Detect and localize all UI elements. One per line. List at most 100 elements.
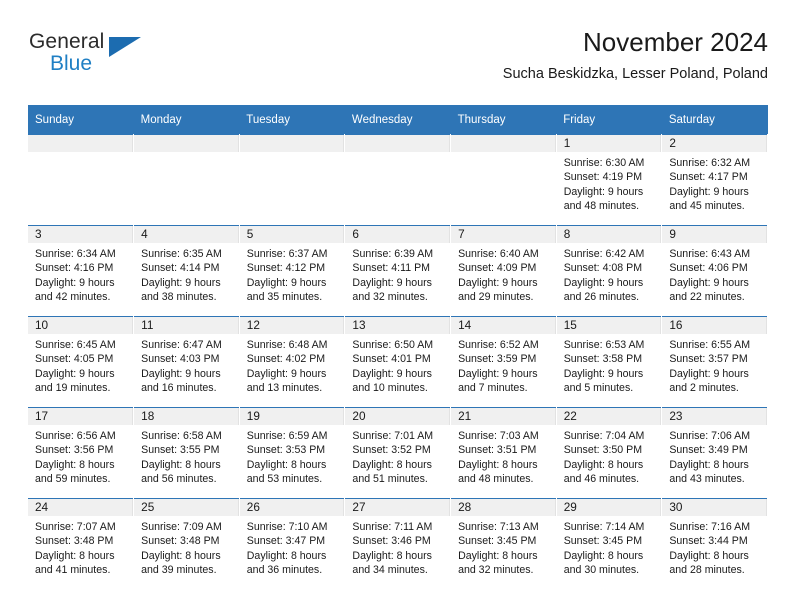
day-sun-info: Sunrise: 6:59 AM Sunset: 3:53 PM Daylight:… — [240, 425, 345, 487]
calendar-day-cell[interactable]: 25 Sunrise: 7:09 AM Sunset: 3:48 PM Dayligh… — [133, 498, 240, 589]
day-sun-info: Sunrise: 7:09 AM Sunset: 3:48 PM Daylight:… — [134, 516, 239, 578]
sunrise-text: Sunrise: 6:37 AM — [246, 248, 328, 260]
calendar-day-cell[interactable]: 23 Sunrise: 7:06 AM Sunset: 3:49 PM Dayligh… — [661, 407, 768, 499]
sunrise-text: Sunrise: 6:39 AM — [352, 248, 434, 260]
sunset-text: Sunset: 4:09 PM — [458, 262, 537, 275]
day-number: 18 — [134, 408, 239, 425]
day-sun-info: Sunrise: 6:50 AM Sunset: 4:01 PM Daylight:… — [345, 334, 450, 396]
weekday-header-wednesday: Wednesday — [344, 105, 451, 135]
calendar-day-cell[interactable]: 30 Sunrise: 7:16 AM Sunset: 3:44 PM Dayligh… — [661, 498, 768, 589]
day-sun-info: Sunrise: 7:04 AM Sunset: 3:50 PM Daylight:… — [557, 425, 662, 487]
day-number: 16 — [662, 317, 767, 334]
day-sun-info: Sunrise: 7:10 AM Sunset: 3:47 PM Daylight:… — [240, 516, 345, 578]
sunset-text: Sunset: 3:48 PM — [35, 535, 114, 548]
day-number: 30 — [662, 499, 767, 516]
daylight-text: Daylight: 8 hours and 51 minutes. — [352, 458, 432, 486]
calendar-day-cell[interactable]: 27 Sunrise: 7:11 AM Sunset: 3:46 PM Dayligh… — [344, 498, 452, 589]
day-sun-info: Sunrise: 6:35 AM Sunset: 4:14 PM Daylight:… — [134, 243, 239, 305]
calendar-day-cell[interactable]: 18 Sunrise: 6:58 AM Sunset: 3:55 PM Dayligh… — [133, 407, 240, 499]
calendar-day-cell[interactable]: 14 Sunrise: 6:52 AM Sunset: 3:59 PM Dayligh… — [450, 316, 557, 408]
calendar-day-cell[interactable]: 6 Sunrise: 6:39 AM Sunset: 4:11 PM Daylight… — [344, 225, 452, 317]
sunrise-text: Sunrise: 6:47 AM — [141, 339, 222, 351]
day-sun-info: Sunrise: 6:34 AM Sunset: 4:16 PM Daylight:… — [28, 243, 133, 305]
sunset-text: Sunset: 3:48 PM — [141, 535, 220, 548]
daylight-text: Daylight: 8 hours and 48 minutes. — [458, 458, 538, 486]
sunset-text: Sunset: 4:02 PM — [246, 353, 326, 366]
daylight-text: Daylight: 8 hours and 43 minutes. — [669, 458, 749, 486]
day-number: 14 — [451, 317, 556, 334]
calendar-day-cell[interactable]: 13 Sunrise: 6:50 AM Sunset: 4:01 PM Dayligh… — [344, 316, 452, 408]
sunrise-text: Sunrise: 7:09 AM — [141, 521, 222, 533]
page-header: General Blue November 2024 Sucha Beskidz… — [28, 26, 768, 98]
calendar-day-cell-empty — [450, 134, 557, 226]
sunrise-text: Sunrise: 6:35 AM — [141, 248, 222, 260]
day-number: 13 — [345, 317, 451, 334]
sunrise-text: Sunrise: 6:52 AM — [458, 339, 539, 351]
calendar-day-cell[interactable]: 20 Sunrise: 7:01 AM Sunset: 3:52 PM Dayligh… — [344, 407, 452, 499]
calendar-day-cell[interactable]: 24 Sunrise: 7:07 AM Sunset: 3:48 PM Dayligh… — [28, 498, 135, 589]
day-number: 22 — [556, 408, 662, 425]
day-sun-info: Sunrise: 6:30 AM Sunset: 4:19 PM Daylight:… — [557, 152, 662, 214]
day-sun-info: Sunrise: 7:14 AM Sunset: 3:45 PM Daylight:… — [557, 516, 662, 578]
daylight-text: Daylight: 9 hours and 2 minutes. — [669, 367, 749, 395]
calendar-day-cell[interactable]: 12 Sunrise: 6:48 AM Sunset: 4:02 PM Dayligh… — [239, 316, 346, 408]
calendar-day-cell[interactable]: 8 Sunrise: 6:42 AM Sunset: 4:08 PM Daylight… — [556, 225, 663, 317]
day-sun-info: Sunrise: 7:03 AM Sunset: 3:51 PM Daylight:… — [451, 425, 556, 487]
calendar-week-row: 17 Sunrise: 6:56 AM Sunset: 3:56 PM Dayligh… — [28, 407, 768, 499]
calendar-day-cell[interactable]: 16 Sunrise: 6:55 AM Sunset: 3:57 PM Dayligh… — [661, 316, 768, 408]
calendar-day-cell[interactable]: 26 Sunrise: 7:10 AM Sunset: 3:47 PM Dayligh… — [239, 498, 346, 589]
daylight-text: Daylight: 9 hours and 16 minutes. — [141, 367, 221, 395]
calendar-day-cell[interactable]: 22 Sunrise: 7:04 AM Sunset: 3:50 PM Dayligh… — [556, 407, 663, 499]
sunset-text: Sunset: 3:47 PM — [246, 535, 326, 548]
sunrise-text: Sunrise: 6:42 AM — [563, 248, 645, 260]
calendar-day-cell[interactable]: 10 Sunrise: 6:45 AM Sunset: 4:05 PM Dayligh… — [28, 316, 135, 408]
calendar-day-cell[interactable]: 21 Sunrise: 7:03 AM Sunset: 3:51 PM Dayligh… — [450, 407, 557, 499]
calendar-day-cell[interactable]: 29 Sunrise: 7:14 AM Sunset: 3:45 PM Dayligh… — [556, 498, 663, 589]
sunrise-text: Sunrise: 6:53 AM — [563, 339, 645, 351]
calendar-day-cell[interactable]: 11 Sunrise: 6:47 AM Sunset: 4:03 PM Dayligh… — [133, 316, 240, 408]
sunrise-text: Sunrise: 7:04 AM — [563, 430, 645, 442]
calendar-day-cell[interactable]: 19 Sunrise: 6:59 AM Sunset: 3:53 PM Dayligh… — [239, 407, 346, 499]
sunrise-text: Sunrise: 6:55 AM — [669, 339, 751, 351]
day-number — [451, 135, 556, 152]
sunset-text: Sunset: 3:51 PM — [458, 444, 537, 457]
sunrise-text: Sunrise: 7:16 AM — [669, 521, 751, 533]
calendar-day-cell[interactable]: 1 Sunrise: 6:30 AM Sunset: 4:19 PM Daylight… — [556, 134, 663, 226]
day-number — [239, 135, 345, 152]
calendar-day-cell[interactable]: 17 Sunrise: 6:56 AM Sunset: 3:56 PM Dayligh… — [28, 407, 135, 499]
daylight-text: Daylight: 9 hours and 10 minutes. — [352, 367, 432, 395]
daylight-text: Daylight: 8 hours and 59 minutes. — [35, 458, 115, 486]
calendar-week-row: 24 Sunrise: 7:07 AM Sunset: 3:48 PM Dayligh… — [28, 498, 768, 589]
daylight-text: Daylight: 8 hours and 53 minutes. — [246, 458, 327, 486]
calendar-day-cell[interactable]: 3 Sunrise: 6:34 AM Sunset: 4:16 PM Daylight… — [28, 225, 135, 317]
day-number: 23 — [662, 408, 767, 425]
logo-text-blue: Blue — [50, 52, 93, 75]
daylight-text: Daylight: 9 hours and 42 minutes. — [35, 276, 115, 304]
sunset-text: Sunset: 3:50 PM — [563, 444, 643, 457]
weekday-header-thursday: Thursday — [450, 105, 557, 135]
daylight-text: Daylight: 8 hours and 41 minutes. — [35, 549, 115, 577]
calendar-day-cell[interactable]: 28 Sunrise: 7:13 AM Sunset: 3:45 PM Dayligh… — [450, 498, 557, 589]
calendar-day-cell[interactable]: 2 Sunrise: 6:32 AM Sunset: 4:17 PM Daylight… — [661, 134, 768, 226]
calendar-day-cell[interactable]: 7 Sunrise: 6:40 AM Sunset: 4:09 PM Daylight… — [450, 225, 557, 317]
page-subtitle: Sucha Beskidzka, Lesser Poland, Poland — [502, 66, 768, 82]
sunrise-text: Sunrise: 6:34 AM — [35, 248, 116, 260]
day-number: 8 — [556, 226, 662, 243]
sunrise-text: Sunrise: 7:06 AM — [669, 430, 751, 442]
day-number: 27 — [345, 499, 451, 516]
calendar-header-row: Sunday Monday Tuesday Wednesday Thursday Frid… — [28, 105, 768, 135]
calendar-day-cell[interactable]: 9 Sunrise: 6:43 AM Sunset: 4:06 PM Daylight… — [661, 225, 768, 317]
sunset-text: Sunset: 3:44 PM — [669, 535, 748, 548]
day-sun-info: Sunrise: 6:43 AM Sunset: 4:06 PM Daylight:… — [662, 243, 767, 305]
calendar-day-cell-empty — [133, 134, 240, 226]
calendar-day-cell[interactable]: 5 Sunrise: 6:37 AM Sunset: 4:12 PM Daylight… — [239, 225, 346, 317]
day-number: 11 — [134, 317, 239, 334]
daylight-text: Daylight: 9 hours and 7 minutes. — [458, 367, 538, 395]
day-number: 20 — [345, 408, 451, 425]
calendar-day-cell[interactable]: 4 Sunrise: 6:35 AM Sunset: 4:14 PM Daylight… — [133, 225, 240, 317]
sunset-text: Sunset: 4:03 PM — [141, 353, 220, 366]
sunrise-text: Sunrise: 7:03 AM — [458, 430, 539, 442]
calendar-day-cell[interactable]: 15 Sunrise: 6:53 AM Sunset: 3:58 PM Dayligh… — [556, 316, 663, 408]
sunrise-text: Sunrise: 6:43 AM — [669, 248, 751, 260]
day-sun-info: Sunrise: 6:58 AM Sunset: 3:55 PM Daylight:… — [134, 425, 239, 487]
